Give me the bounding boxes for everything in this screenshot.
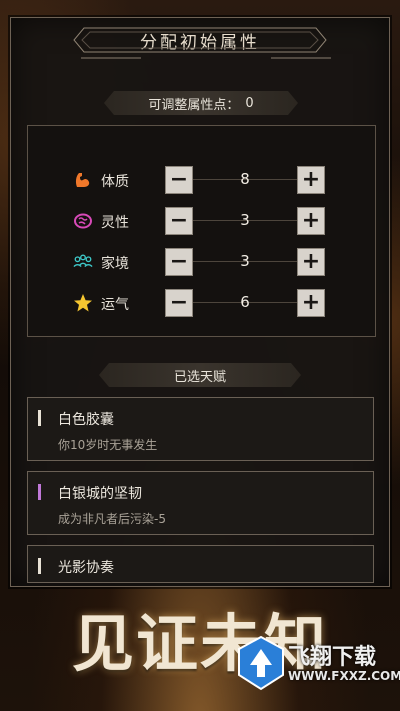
decrease-button[interactable]: − (165, 166, 193, 194)
talents-header: 已选天赋 (99, 363, 301, 387)
points-value: 0 (245, 95, 254, 111)
decrease-button[interactable]: − (165, 207, 193, 235)
talent-name: 白银城的坚韧 (58, 486, 142, 502)
watermark-logo-icon (238, 635, 284, 691)
points-banner: 可调整属性点： 0 (104, 91, 298, 115)
increase-button[interactable]: + (297, 248, 325, 276)
brain-icon (73, 211, 93, 231)
talent-name: 白色胶囊 (58, 412, 114, 428)
talent-marker (38, 558, 41, 574)
family-stepper: − 3 + (165, 248, 325, 276)
decrease-button[interactable]: − (165, 289, 193, 317)
increase-button[interactable]: + (297, 207, 325, 235)
luck-stepper: − 6 + (165, 289, 325, 317)
spirituality-stepper: − 3 + (165, 207, 325, 235)
watermark-url: WWW.FXXZ.COM (288, 669, 400, 683)
watermark-title: 飞翔下载 (288, 645, 377, 670)
attributes-box: 体质 − 8 + 灵性 − 3 + 家境 − 3 + 运气 − 6 + (27, 125, 376, 337)
talent-marker (38, 410, 41, 426)
talent-marker (38, 484, 41, 500)
talent-card[interactable]: 白色胶囊 你10岁时无事发生 (27, 397, 374, 461)
panel-title-bar: 分配初始属性 (70, 24, 330, 56)
attribute-value: 3 (240, 252, 250, 270)
attribute-value: 3 (240, 211, 250, 229)
talent-card[interactable]: 白银城的坚韧 成为非凡者后污染-5 (27, 471, 374, 535)
points-label: 可调整属性点： (148, 97, 240, 113)
constitution-stepper: − 8 + (165, 166, 325, 194)
increase-button[interactable]: + (297, 166, 325, 194)
attribute-value: 6 (240, 293, 250, 311)
talents-header-label: 已选天赋 (173, 369, 226, 385)
attribute-row-luck: 运气 − 6 + (28, 289, 375, 317)
title-frame (73, 27, 327, 53)
talent-name: 光影协奏 (58, 560, 114, 576)
attribute-label: 家境 (101, 256, 129, 272)
attribute-value: 8 (240, 170, 250, 188)
attribute-label: 体质 (101, 174, 129, 190)
attribute-row-spirituality: 灵性 − 3 + (28, 207, 375, 235)
muscle-icon (73, 170, 93, 190)
site-watermark: 飞翔下载 WWW.FXXZ.COM (230, 633, 400, 693)
title-ornament-left (81, 56, 141, 60)
attribute-row-constitution: 体质 − 8 + (28, 166, 375, 194)
attribute-label: 运气 (101, 297, 129, 313)
talent-description: 你10岁时无事发生 (58, 438, 158, 452)
star-icon (73, 293, 93, 313)
attribute-row-family: 家境 − 3 + (28, 248, 375, 276)
family-icon (73, 252, 93, 272)
attribute-label: 灵性 (101, 215, 129, 231)
decrease-button[interactable]: − (165, 248, 193, 276)
talent-card[interactable]: 光影协奏 (27, 545, 374, 583)
increase-button[interactable]: + (297, 289, 325, 317)
title-ornament-right (271, 56, 331, 60)
talent-description: 成为非凡者后污染-5 (58, 512, 166, 526)
